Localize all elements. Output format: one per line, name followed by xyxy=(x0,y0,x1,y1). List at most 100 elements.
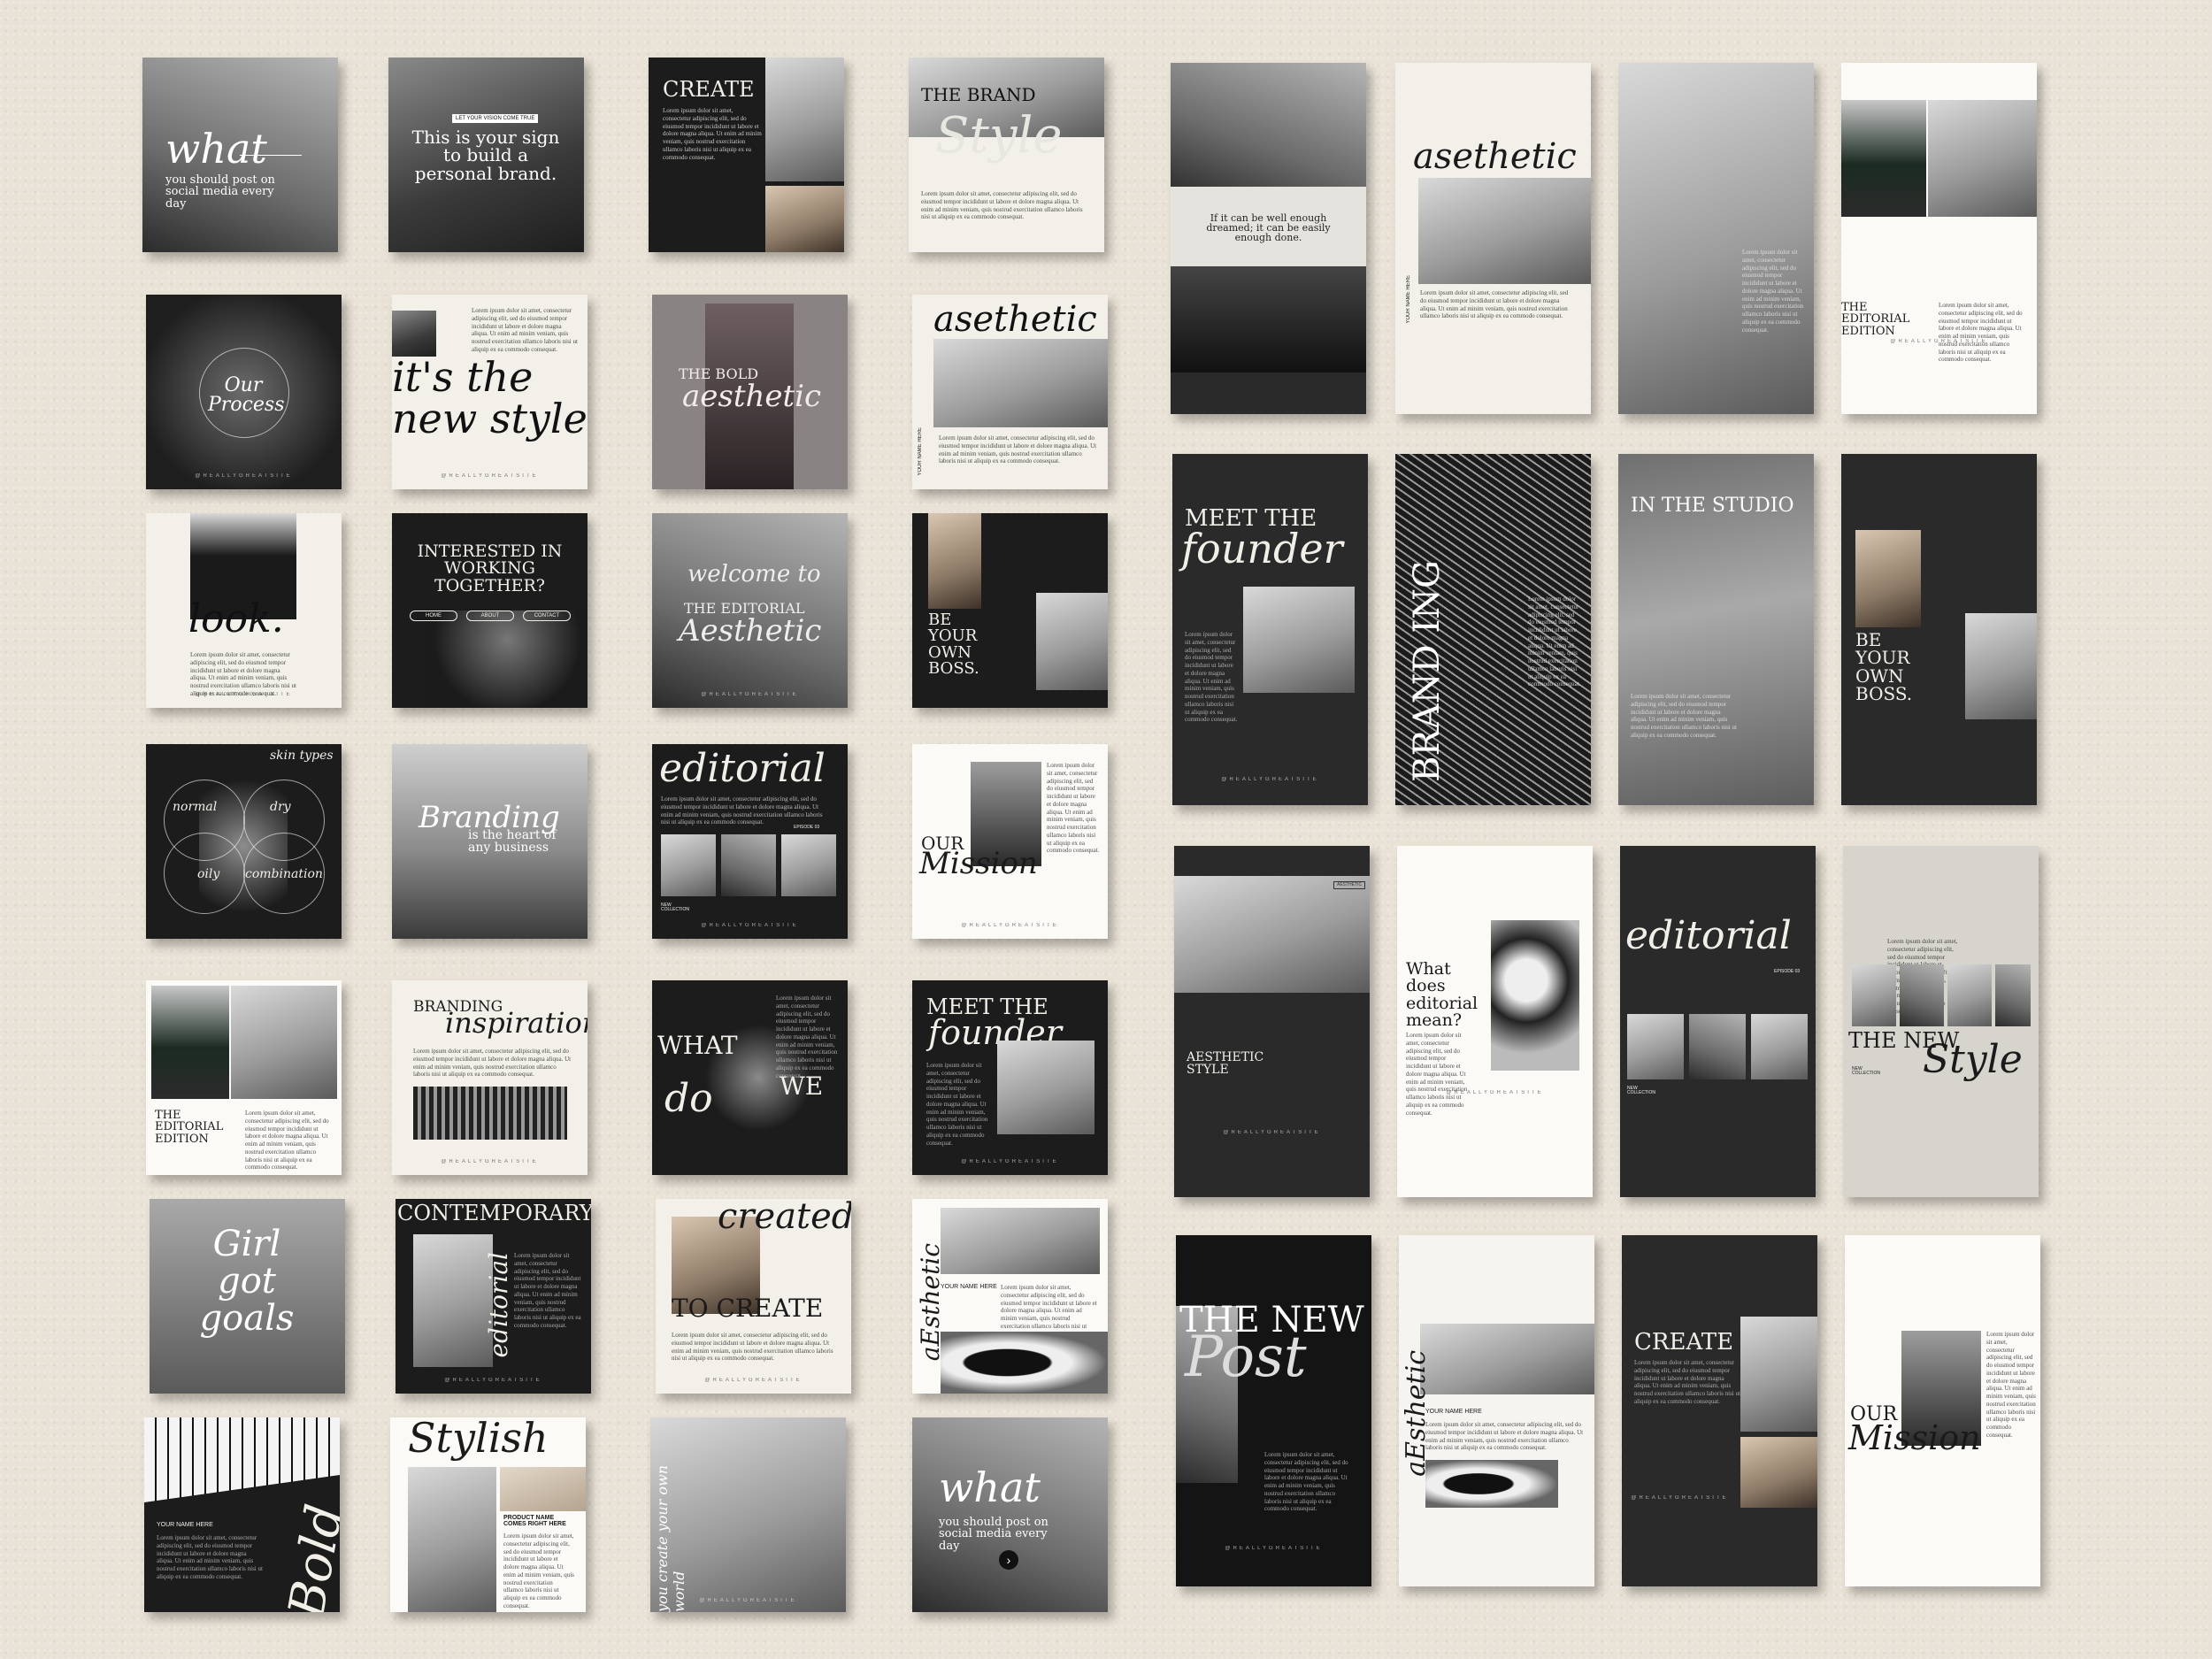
post-create[interactable]: CREATE Lorem ipsum dolor sit amet, conse… xyxy=(649,58,844,252)
photo-bike xyxy=(661,834,716,896)
body-text: Lorem ipsum dolor sit amet, consectetur … xyxy=(190,651,296,697)
post-editorial-edition[interactable]: THE EDITORIAL EDITION Lorem ipsum dolor … xyxy=(146,980,342,1175)
post-editorial[interactable]: editorial Lorem ipsum dolor sit amet, co… xyxy=(652,744,848,939)
post-what-we-do[interactable]: WHAT do WE Lorem ipsum dolor sit amet, c… xyxy=(652,980,848,1175)
pier-photo xyxy=(941,1208,1100,1274)
piano-photo xyxy=(144,1417,340,1502)
portrait-photo xyxy=(1171,266,1366,373)
story-create[interactable]: CREATE Lorem ipsum dolor sit amet, conse… xyxy=(1622,1235,1817,1586)
what-script: what xyxy=(165,125,267,173)
story-aesthetic-style[interactable]: AESTHETIC AESTHETIC STYLE @REALLYGREATSI… xyxy=(1174,846,1370,1197)
what-word: WHAT xyxy=(657,1031,738,1060)
post-our-mission[interactable]: Lorem ipsum dolor sit amet, consectetur … xyxy=(912,744,1108,939)
welcome-script: welcome to xyxy=(687,561,821,588)
model-photo-2 xyxy=(1965,613,2037,719)
post-asethetic[interactable]: asethetic YOUR NAME HERE Lorem ipsum dol… xyxy=(912,295,1108,489)
train-photo xyxy=(1841,100,1926,217)
post-look[interactable]: look. Lorem ipsum dolor sit amet, consec… xyxy=(146,513,342,708)
post-be-your-own-boss[interactable]: BE YOUR OWN BOSS. xyxy=(912,513,1108,708)
post-welcome[interactable]: welcome to THE EDITORIAL Aesthetic @REAL… xyxy=(652,513,848,708)
site-handle: @REALLYGREATSITE xyxy=(699,1598,797,1603)
site-handle: @REALLYGREATSITE xyxy=(441,1159,539,1164)
collection-label: NEW COLLECTION xyxy=(1852,1066,1880,1077)
story-meet-founder[interactable]: MEET THE founder Lorem ipsum dolor sit a… xyxy=(1172,454,1368,805)
body-text: Lorem ipsum dolor sit amet, consectetur … xyxy=(1420,289,1569,320)
body-text: Lorem ipsum dolor sit amet, consectetur … xyxy=(663,107,762,161)
body-text: Lorem ipsum dolor sit amet, consectetur … xyxy=(413,1048,572,1079)
post-aesthetic-coffee[interactable]: aEsthetic YOUR NAME HERE Lorem ipsum dol… xyxy=(912,1199,1108,1394)
photo-bike xyxy=(1627,1014,1684,1079)
story-the-new-post[interactable]: THE NEW Post Lorem ipsum dolor sit amet,… xyxy=(1176,1235,1371,1586)
body-text: Lorem ipsum dolor sit amet, consectetur … xyxy=(1406,1032,1468,1117)
bold-script: Bold xyxy=(278,1500,340,1612)
post-girl-goals[interactable]: Girl got goals xyxy=(150,1199,345,1394)
story-the-new-style[interactable]: Lorem ipsum dolor sit amet, consectetur … xyxy=(1843,846,2039,1197)
post-what-2[interactable]: what you should post on social media eve… xyxy=(912,1417,1108,1612)
story-in-the-studio[interactable]: IN THE STUDIO Lorem ipsum dolor sit amet… xyxy=(1618,454,1814,805)
post-created-to-create[interactable]: created TO CREATE Lorem ipsum dolor sit … xyxy=(656,1199,851,1394)
story-our-mission[interactable]: Lorem ipsum dolor sit amet, consectetur … xyxy=(1845,1235,2040,1586)
home-button[interactable]: HOME xyxy=(410,611,457,621)
episode-label: EPISODE 03 xyxy=(1774,969,1801,974)
mission-script: Mission xyxy=(1848,1418,1981,1457)
story-editorial-edition[interactable]: THE EDITORIAL EDITION Lorem ipsum dolor … xyxy=(1841,63,2037,414)
stylish-script: Stylish xyxy=(408,1417,549,1462)
site-handle: @REALLYGREATSITE xyxy=(704,1378,803,1383)
site-handle: @REALLYGREATSITE xyxy=(701,692,799,697)
body-text: Lorem ipsum dolor sit amet, consectetur … xyxy=(776,995,838,1079)
body-text: Lorem ipsum dolor sit amet, consectetur … xyxy=(1185,631,1238,724)
sign-headline: This is your sign to build a personal br… xyxy=(411,127,560,184)
post-your-own-world[interactable]: you create your own world @REALLYGREATSI… xyxy=(650,1417,846,1612)
story-asethetic[interactable]: asethetic YOUR NAME HERE Lorem ipsum dol… xyxy=(1395,63,1591,414)
model-photo xyxy=(408,1467,496,1612)
what-subtitle: you should post on social media every da… xyxy=(939,1516,1048,1553)
body-text: Lorem ipsum dolor sit amet, consectetur … xyxy=(157,1534,263,1580)
chair-photo xyxy=(1418,178,1591,284)
asethetic-script: asethetic xyxy=(1413,136,1577,177)
post-branding-inspiration[interactable]: BRANDING inspiration Lorem ipsum dolor s… xyxy=(392,980,588,1175)
post-skin-types[interactable]: skin types normal dry oily combination xyxy=(146,744,342,939)
aesthetic-style-title: AESTHETIC STYLE xyxy=(1187,1050,1264,1078)
post-brand-style[interactable]: THE BRAND Style Lorem ipsum dolor sit am… xyxy=(909,58,1104,252)
look-script: look. xyxy=(188,596,284,641)
create-title: CREATE xyxy=(1634,1329,1734,1356)
combination-label: combination xyxy=(245,867,323,881)
site-handle: @REALLYGREATSITE xyxy=(1223,1130,1321,1135)
post-interested[interactable]: INTERESTED IN WORKING TOGETHER? HOME ABO… xyxy=(392,513,588,708)
about-button[interactable]: ABOUT xyxy=(466,611,514,621)
post-meet-founder[interactable]: MEET THE founder Lorem ipsum dolor sit a… xyxy=(912,980,1108,1175)
contact-button[interactable]: CONTACT xyxy=(523,611,571,621)
post-our-process[interactable]: Our Process @REALLYGREATSITE xyxy=(146,295,342,489)
post-bold[interactable]: YOUR NAME HERE Lorem ipsum dolor sit ame… xyxy=(144,1417,340,1612)
story-editorial[interactable]: editorial EPISODE 03 NEW COLLECTION xyxy=(1620,846,1816,1197)
story-quote[interactable]: If it can be well enough dreamed; it can… xyxy=(1171,63,1366,414)
story-branding[interactable]: BRAND ING Lorem ipsum dolor sit amet, co… xyxy=(1395,454,1591,805)
model-photo-2 xyxy=(1036,593,1108,690)
fabric-photo xyxy=(500,1467,586,1511)
post-stylish[interactable]: Stylish PRODUCT NAME COMES RIGHT HERE Lo… xyxy=(390,1417,586,1612)
photo-2 xyxy=(1900,964,1944,1026)
aesthetic-script: Aesthetic xyxy=(679,613,822,649)
post-new-style[interactable]: Lorem ipsum dolor sit amet, consectetur … xyxy=(392,295,588,489)
story-be-your-own-boss[interactable]: BE YOUR OWN BOSS. xyxy=(1841,454,2037,805)
body-text: Lorem ipsum dolor sit amet, consectetur … xyxy=(1634,1359,1740,1405)
girl-goals-script: Girl got goals xyxy=(199,1224,295,1339)
post-what[interactable]: what you should post on social media eve… xyxy=(142,58,338,252)
site-handle: @REALLYGREATSITE xyxy=(961,1159,1059,1164)
process-script: Our Process xyxy=(208,374,285,417)
photo-woman-2 xyxy=(781,834,836,896)
brand-title: THE BRAND xyxy=(921,84,1036,105)
story-duo[interactable]: Lorem ipsum dolor sit amet, consectetur … xyxy=(1618,63,1814,414)
post-contemporary[interactable]: CONTEMPORARY editorial Lorem ipsum dolor… xyxy=(396,1199,591,1394)
story-aesthetic-coffee[interactable]: aEsthetic YOUR NAME HERE Lorem ipsum dol… xyxy=(1399,1235,1594,1586)
street-photo xyxy=(1928,100,2037,217)
dancer-photo xyxy=(765,186,844,252)
story-what-does-editorial-mean[interactable]: What does editorial mean? Lorem ipsum do… xyxy=(1397,846,1593,1197)
aesthetic-tag: AESTHETIC xyxy=(1333,881,1366,890)
post-sign[interactable]: LET YOUR VISION COME TRUE This is your s… xyxy=(388,58,584,252)
post-bold-aesthetic[interactable]: THE BOLD aesthetic xyxy=(652,295,848,489)
crowd-photo xyxy=(413,1087,567,1140)
interested-headline: INTERESTED IN WORKING TOGETHER? xyxy=(417,541,563,595)
next-arrow-icon[interactable]: › xyxy=(999,1550,1018,1570)
post-branding-heart[interactable]: Branding is the heart of any business xyxy=(392,744,588,939)
